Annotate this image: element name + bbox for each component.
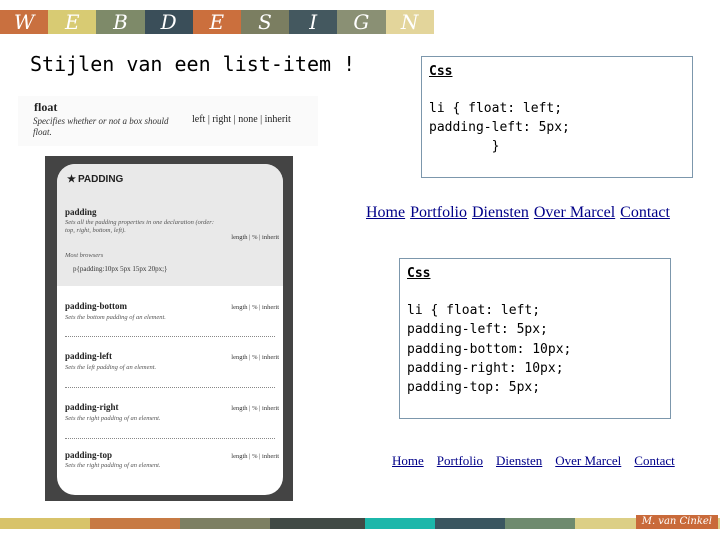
footer-bar-segment <box>90 518 180 529</box>
padding-left-property-values: length | % | inherit <box>231 354 279 361</box>
padding-reference-inner: ★ PADDING padding Sets all the padding pr… <box>57 164 283 495</box>
float-property-description: Specifies whether or not a box should fl… <box>33 116 169 137</box>
nav-link-home[interactable]: Home <box>366 204 405 222</box>
star-icon: ★ <box>67 174 76 185</box>
banner-letter: G <box>337 10 386 34</box>
nav-link-diensten[interactable]: Diensten <box>472 204 529 222</box>
nav-link-diensten[interactable]: Diensten <box>496 453 542 469</box>
css-code-line: padding-left: 5px; <box>407 322 548 337</box>
css-label: Css <box>407 266 431 281</box>
float-property-name: float <box>34 100 58 114</box>
banner-letter: E <box>48 10 97 34</box>
slide-title: Stijlen van een list-item ! <box>30 52 356 76</box>
padding-top-property-description: Sets the right padding of an element. <box>65 462 161 469</box>
padding-right-property-values: length | % | inherit <box>231 405 279 412</box>
padding-right-property-name: padding-right <box>65 402 119 412</box>
banner-letter: D <box>144 10 193 34</box>
padding-bottom-property-description: Sets the bottom padding of an element. <box>65 314 166 321</box>
padding-property-name: padding <box>65 207 97 217</box>
author-credit: M. van Cinkel <box>635 515 718 529</box>
padding-example-code: p{padding:10px 5px 15px 20px;} <box>73 265 168 273</box>
float-reference-card: float Specifies whether or not a box sho… <box>18 96 318 146</box>
nav-demo-padding: Home Portfolio Diensten Over Marcel Cont… <box>392 453 688 469</box>
css-code-box-padding: Css li { float: left; padding-left: 5px;… <box>399 258 671 419</box>
footer-bar-segment <box>435 518 505 529</box>
padding-left-property-description: Sets the left padding of an element. <box>65 364 157 371</box>
banner-letter: W <box>0 10 49 34</box>
padding-property-description: Sets all the padding properties in one d… <box>65 219 214 234</box>
nav-link-portfolio[interactable]: Portfolio <box>437 453 483 469</box>
footer-bar-segment <box>270 518 365 529</box>
padding-bottom-property-values: length | % | inherit <box>231 304 279 311</box>
row-divider <box>65 336 275 337</box>
css-code-line: li { float: left; <box>407 303 541 318</box>
nav-link-contact[interactable]: Contact <box>634 453 674 469</box>
padding-bottom-property-name: padding-bottom <box>65 301 128 311</box>
css-code-line: padding-right: 10px; <box>407 361 564 376</box>
padding-reference-card: ★ PADDING padding Sets all the padding pr… <box>45 156 293 501</box>
css-code-box-float: Css li { float: left; padding-left: 5px;… <box>421 56 693 178</box>
padding-right-property-description: Sets the right padding of an element. <box>65 415 161 422</box>
css-code-line: padding-bottom: 10px; <box>407 342 572 357</box>
padding-top-property-name: padding-top <box>65 450 113 460</box>
footer-bar-segment <box>505 518 575 529</box>
nav-link-contact[interactable]: Contact <box>620 204 670 222</box>
nav-demo-float: Home Portfolio Diensten Over Marcel Cont… <box>366 204 675 222</box>
banner-letter: S <box>240 10 290 34</box>
nav-link-home[interactable]: Home <box>392 453 424 469</box>
float-property-values: left | right | none | inherit <box>192 114 291 125</box>
css-code-line: li { float: left; <box>429 101 563 116</box>
footer-bar-segment <box>365 518 435 529</box>
webdesign-banner: W E B D E S I G N <box>0 10 434 34</box>
padding-heading-text: PADDING <box>77 174 124 185</box>
padding-example-label: Most browsers <box>65 252 104 259</box>
css-label: Css <box>429 64 453 79</box>
row-divider <box>65 387 275 388</box>
padding-top-property-values: length | % | inherit <box>231 453 279 460</box>
nav-link-over-marcel[interactable]: Over Marcel <box>534 204 615 222</box>
css-code-line: padding-left: 5px; <box>429 120 570 135</box>
padding-heading: ★ PADDING <box>67 174 123 185</box>
css-code-line: padding-top: 5px; <box>407 380 541 395</box>
css-code-line: } <box>429 139 500 154</box>
padding-left-property-name: padding-left <box>65 351 113 361</box>
banner-letter: E <box>192 10 241 34</box>
footer-bar-segment <box>180 518 270 529</box>
padding-property-values: length | % | inherit <box>231 234 279 241</box>
banner-letter: B <box>96 10 145 34</box>
nav-link-over-marcel[interactable]: Over Marcel <box>555 453 621 469</box>
banner-letter: I <box>289 10 338 34</box>
footer-bar-segment <box>0 518 90 529</box>
footer-color-bar <box>0 518 720 529</box>
banner-letter: N <box>385 10 434 34</box>
nav-link-portfolio[interactable]: Portfolio <box>410 204 467 222</box>
row-divider <box>65 438 275 439</box>
